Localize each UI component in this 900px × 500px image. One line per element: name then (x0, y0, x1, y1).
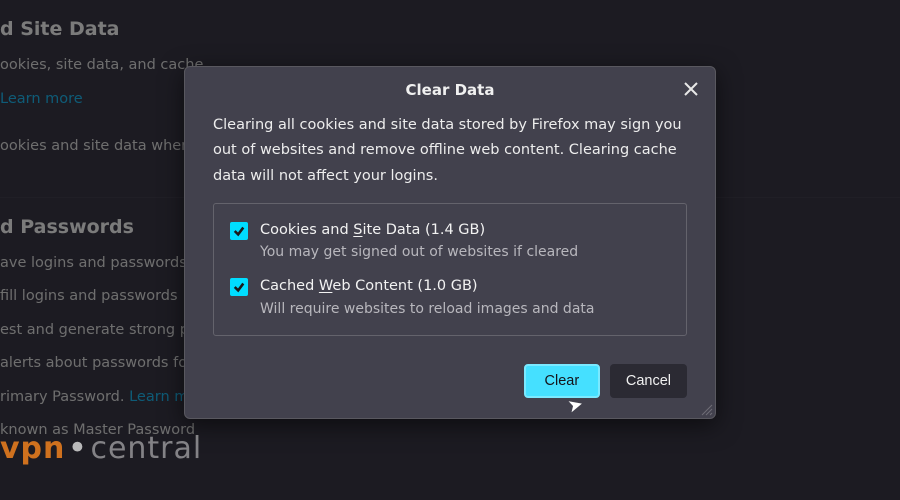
close-icon (684, 82, 698, 96)
cache-option-label: Cached Web Content (1.0 GB) (260, 276, 594, 296)
resize-handle-icon[interactable] (699, 402, 713, 416)
clear-button[interactable]: Clear (524, 364, 600, 398)
cookies-option-label: Cookies and Site Data (1.4 GB) (260, 220, 578, 240)
option-cache-row: Cached Web Content (1.0 GB) Will require… (230, 276, 670, 316)
cookies-option-sublabel: You may get signed out of websites if cl… (260, 244, 578, 260)
clear-data-dialog: Clear Data Clearing all cookies and site… (184, 66, 716, 419)
cache-checkbox[interactable] (230, 278, 248, 296)
modal-overlay: Clear Data Clearing all cookies and site… (0, 0, 900, 500)
dialog-close-button[interactable] (677, 75, 705, 103)
dialog-title: Clear Data (406, 81, 495, 99)
option-cookies-row: Cookies and Site Data (1.4 GB) You may g… (230, 220, 670, 260)
cancel-button[interactable]: Cancel (610, 364, 687, 398)
clear-options-group: Cookies and Site Data (1.4 GB) You may g… (213, 203, 687, 336)
checkmark-icon (233, 281, 245, 293)
checkmark-icon (233, 225, 245, 237)
dialog-description: Clearing all cookies and site data store… (213, 113, 687, 189)
cookies-checkbox[interactable] (230, 222, 248, 240)
cache-option-sublabel: Will require websites to reload images a… (260, 301, 594, 317)
